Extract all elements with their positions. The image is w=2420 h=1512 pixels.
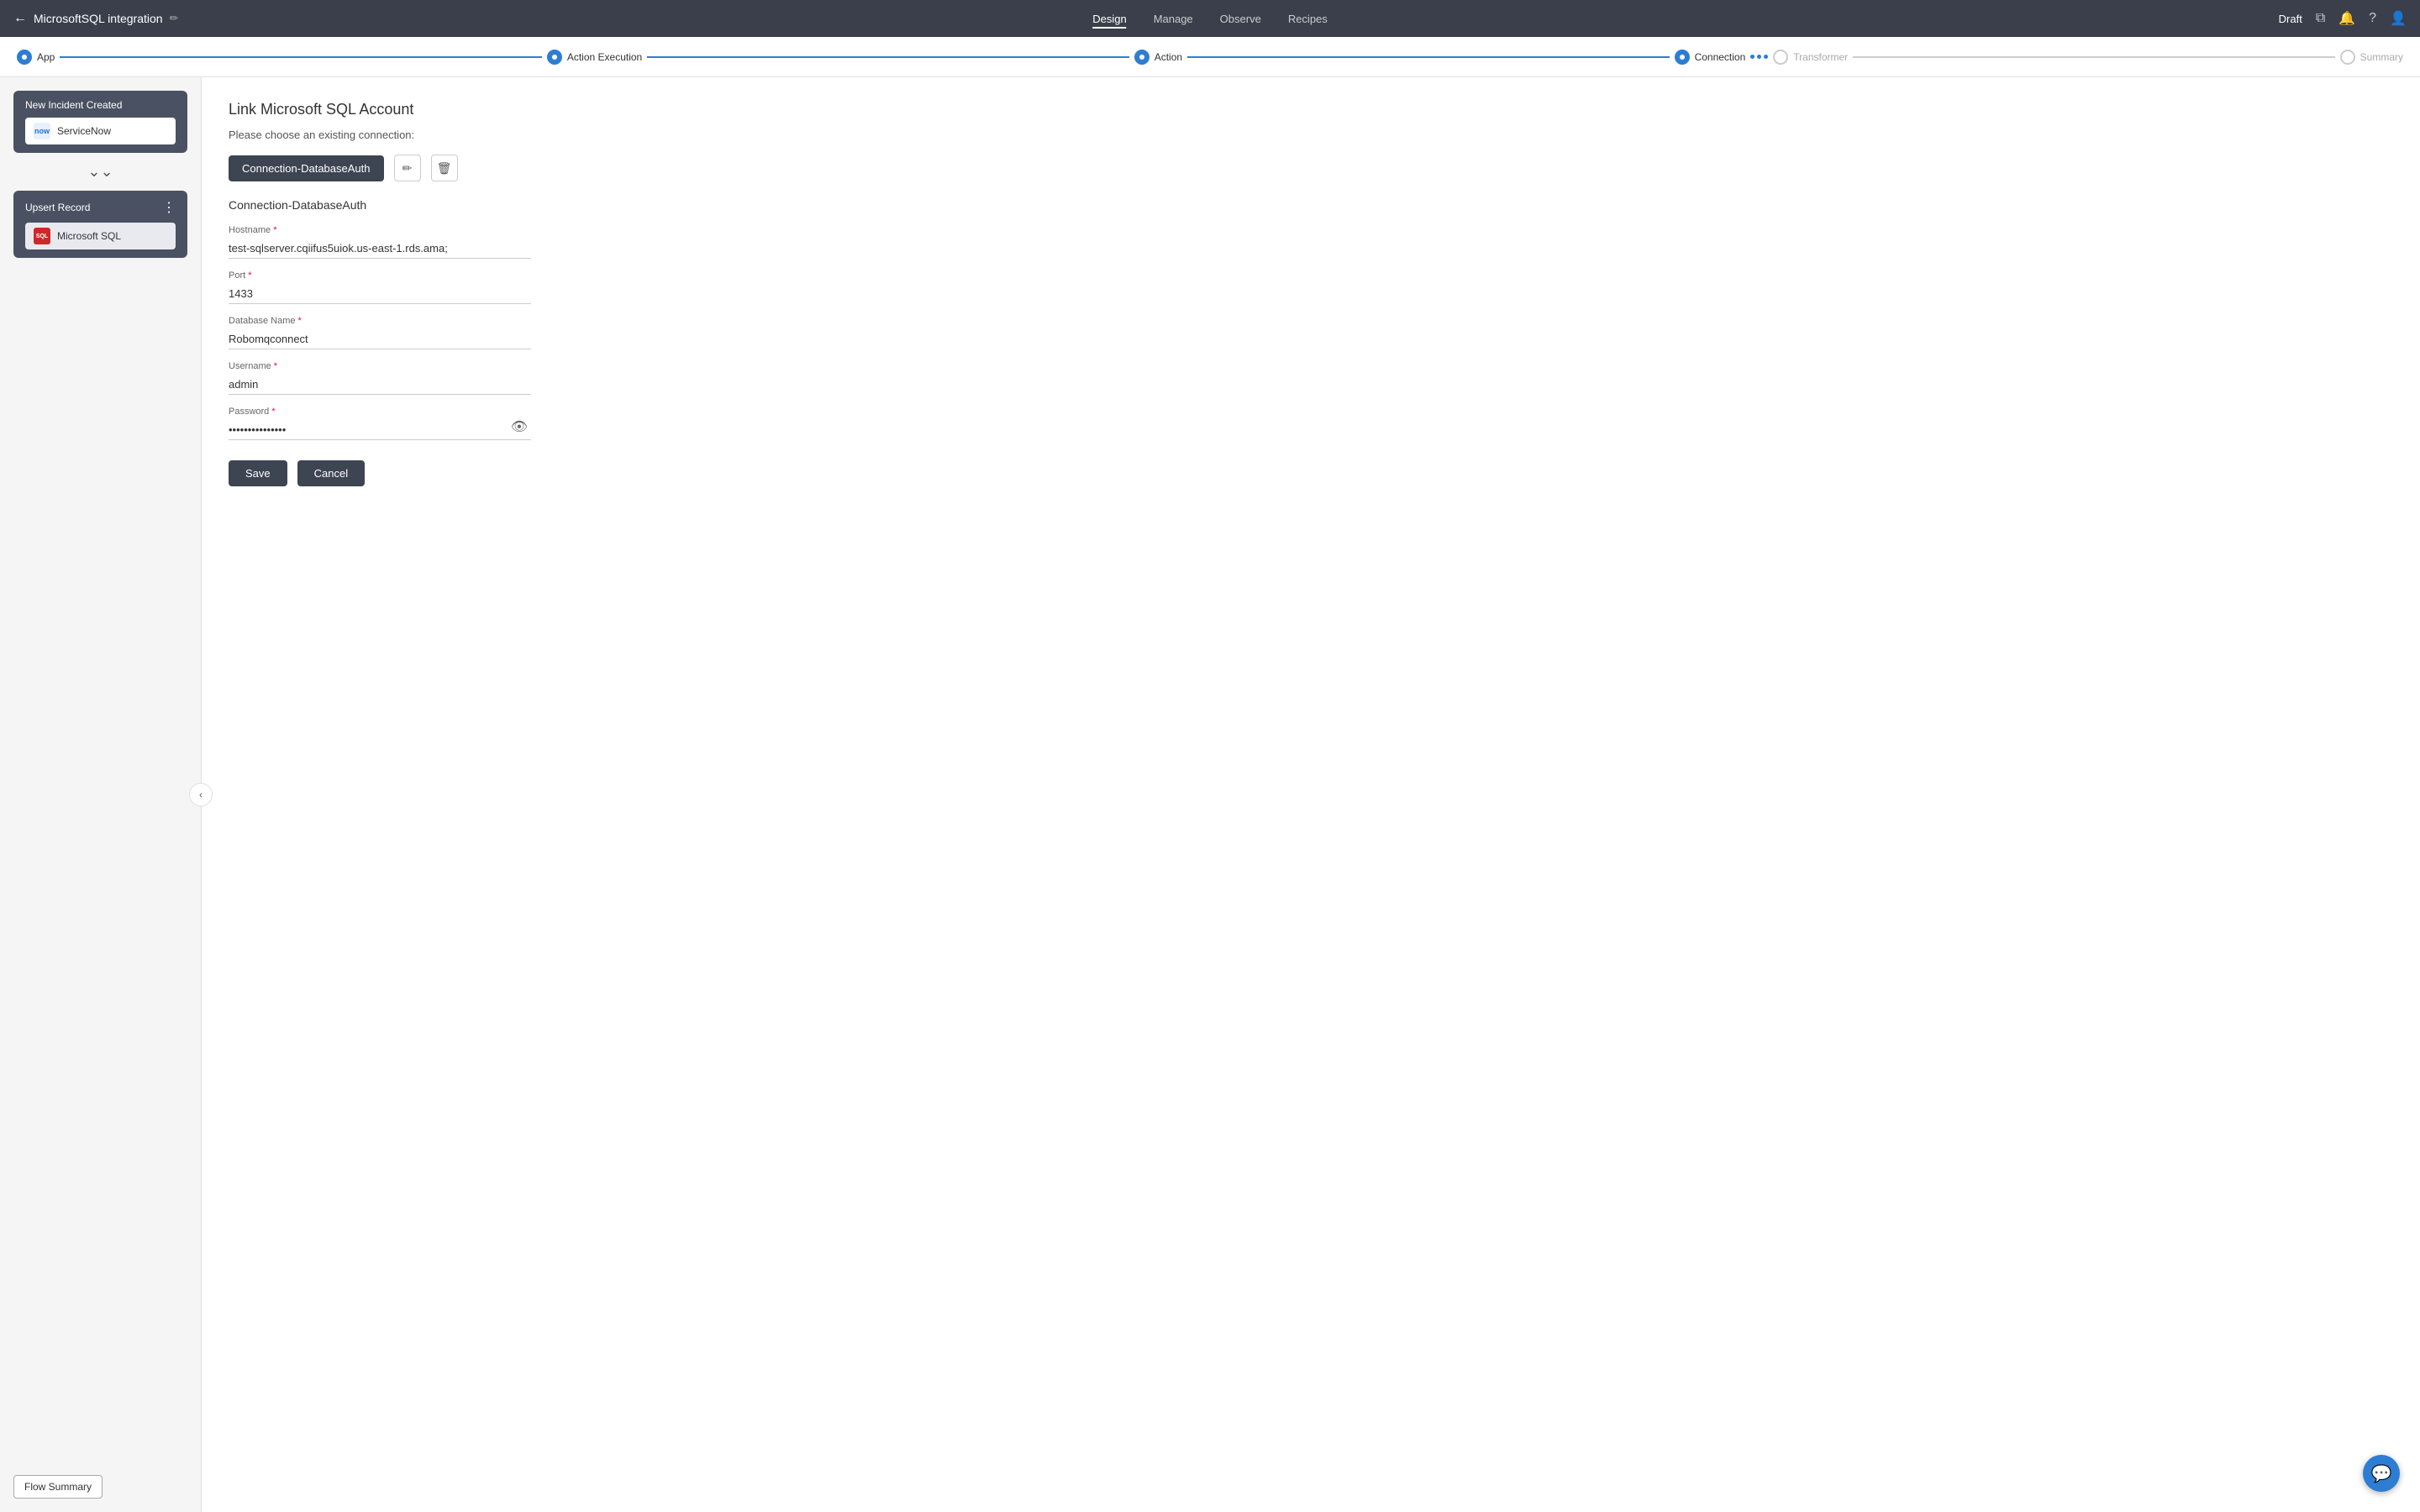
step-line-5 bbox=[1853, 56, 2334, 58]
notification-icon[interactable]: 🔔 bbox=[2338, 10, 2355, 27]
nav-right: Draft ⧉ 🔔 ? 👤 bbox=[2279, 10, 2407, 27]
step-action-execution-label: Action Execution bbox=[567, 51, 642, 63]
hostname-label: Hostname * bbox=[229, 225, 531, 235]
action-card-header: Upsert Record ⋮ bbox=[25, 199, 176, 216]
step-summary-label: Summary bbox=[2360, 51, 2403, 63]
step-transformer[interactable]: Transformer bbox=[1773, 50, 1848, 65]
trigger-card-service: now ServiceNow bbox=[25, 118, 176, 144]
nav-design[interactable]: Design bbox=[1092, 9, 1126, 29]
main-content: Link Microsoft SQL Account Please choose… bbox=[202, 77, 2420, 1512]
step-connection-label: Connection bbox=[1695, 51, 1746, 63]
hostname-group: Hostname * bbox=[229, 225, 531, 259]
left-sidebar: New Incident Created now ServiceNow ⌄⌄ U… bbox=[0, 77, 202, 1512]
collapse-button[interactable]: ‹ bbox=[189, 783, 213, 806]
step-line-2 bbox=[647, 56, 1128, 58]
step-action-circle bbox=[1134, 50, 1150, 65]
step-action[interactable]: Action bbox=[1134, 50, 1182, 65]
main-layout: New Incident Created now ServiceNow ⌄⌄ U… bbox=[0, 77, 2420, 1512]
hostname-input[interactable] bbox=[229, 239, 531, 259]
connection-dropdown-button[interactable]: Connection-DatabaseAuth bbox=[229, 155, 384, 181]
top-nav: ← MicrosoftSQL integration ✏ Design Mana… bbox=[0, 0, 2420, 37]
user-icon[interactable]: 👤 bbox=[2390, 10, 2407, 27]
nav-observe[interactable]: Observe bbox=[1220, 9, 1261, 29]
database-name-label: Database Name * bbox=[229, 316, 531, 326]
port-group: Port * bbox=[229, 270, 531, 304]
step-action-execution-circle bbox=[547, 50, 562, 65]
step-bar: App Action Execution Action Connection T… bbox=[0, 37, 2420, 77]
sql-icon: SQL bbox=[34, 228, 50, 244]
edit-connection-button[interactable]: ✏ bbox=[394, 155, 421, 181]
step-dots bbox=[1750, 55, 1768, 59]
expand-icon[interactable]: ⌄⌄ bbox=[87, 163, 113, 181]
save-button[interactable]: Save bbox=[229, 460, 287, 486]
nav-recipes[interactable]: Recipes bbox=[1288, 9, 1328, 29]
database-name-group: Database Name * bbox=[229, 316, 531, 349]
action-card-title: Upsert Record bbox=[25, 202, 90, 213]
connection-name-subtitle: Connection-DatabaseAuth bbox=[229, 198, 2393, 212]
password-group: Password * 👁 bbox=[229, 407, 531, 440]
trigger-card: New Incident Created now ServiceNow bbox=[13, 91, 187, 153]
step-connection-circle bbox=[1675, 50, 1690, 65]
database-name-input[interactable] bbox=[229, 329, 531, 349]
flow-summary-button[interactable]: Flow Summary bbox=[13, 1475, 103, 1499]
back-button[interactable]: ← bbox=[13, 11, 27, 26]
edit-title-icon[interactable]: ✏ bbox=[170, 12, 179, 25]
connection-selector-row: Connection-DatabaseAuth ✏ 🗑 bbox=[229, 155, 2393, 181]
external-link-icon[interactable]: ⧉ bbox=[2316, 11, 2325, 26]
step-line-1 bbox=[60, 56, 541, 58]
step-line-3 bbox=[1187, 56, 1669, 58]
app-title: MicrosoftSQL integration bbox=[34, 12, 163, 25]
step-dot-2 bbox=[1757, 55, 1761, 59]
step-app-circle bbox=[17, 50, 32, 65]
step-dot-1 bbox=[1750, 55, 1754, 59]
trigger-card-title: New Incident Created bbox=[25, 99, 176, 111]
port-input[interactable] bbox=[229, 284, 531, 304]
password-input[interactable] bbox=[229, 420, 531, 440]
page-title: Link Microsoft SQL Account bbox=[229, 101, 2393, 118]
choose-connection-text: Please choose an existing connection: bbox=[229, 129, 2393, 141]
action-card-menu-icon[interactable]: ⋮ bbox=[162, 199, 176, 216]
step-app[interactable]: App bbox=[17, 50, 55, 65]
username-input[interactable] bbox=[229, 375, 531, 395]
delete-connection-button[interactable]: 🗑 bbox=[431, 155, 458, 181]
action-card-service: SQL Microsoft SQL bbox=[25, 223, 176, 249]
cancel-button[interactable]: Cancel bbox=[297, 460, 365, 486]
chat-bubble-button[interactable]: 💬 bbox=[2363, 1455, 2400, 1492]
show-password-icon[interactable]: 👁 bbox=[511, 418, 528, 435]
step-connection[interactable]: Connection bbox=[1675, 50, 1746, 65]
step-transformer-label: Transformer bbox=[1793, 51, 1848, 63]
nav-center: Design Manage Observe Recipes bbox=[1092, 9, 1328, 29]
step-action-execution[interactable]: Action Execution bbox=[547, 50, 642, 65]
step-action-label: Action bbox=[1155, 51, 1182, 63]
action-card: Upsert Record ⋮ SQL Microsoft SQL bbox=[13, 191, 187, 258]
servicenow-icon: now bbox=[34, 123, 50, 139]
step-dot-3 bbox=[1764, 55, 1768, 59]
sql-service-name: Microsoft SQL bbox=[57, 230, 121, 242]
servicenow-name: ServiceNow bbox=[57, 125, 111, 137]
password-row: 👁 bbox=[229, 420, 531, 440]
draft-badge: Draft bbox=[2279, 13, 2302, 25]
step-app-label: App bbox=[37, 51, 55, 63]
step-transformer-circle bbox=[1773, 50, 1788, 65]
step-summary[interactable]: Summary bbox=[2340, 50, 2403, 65]
password-label: Password * bbox=[229, 407, 531, 417]
help-icon[interactable]: ? bbox=[2369, 11, 2376, 26]
form-actions: Save Cancel bbox=[229, 460, 2393, 486]
nav-manage[interactable]: Manage bbox=[1154, 9, 1193, 29]
username-label: Username * bbox=[229, 361, 531, 371]
username-group: Username * bbox=[229, 361, 531, 395]
port-label: Port * bbox=[229, 270, 531, 281]
step-summary-circle bbox=[2340, 50, 2355, 65]
